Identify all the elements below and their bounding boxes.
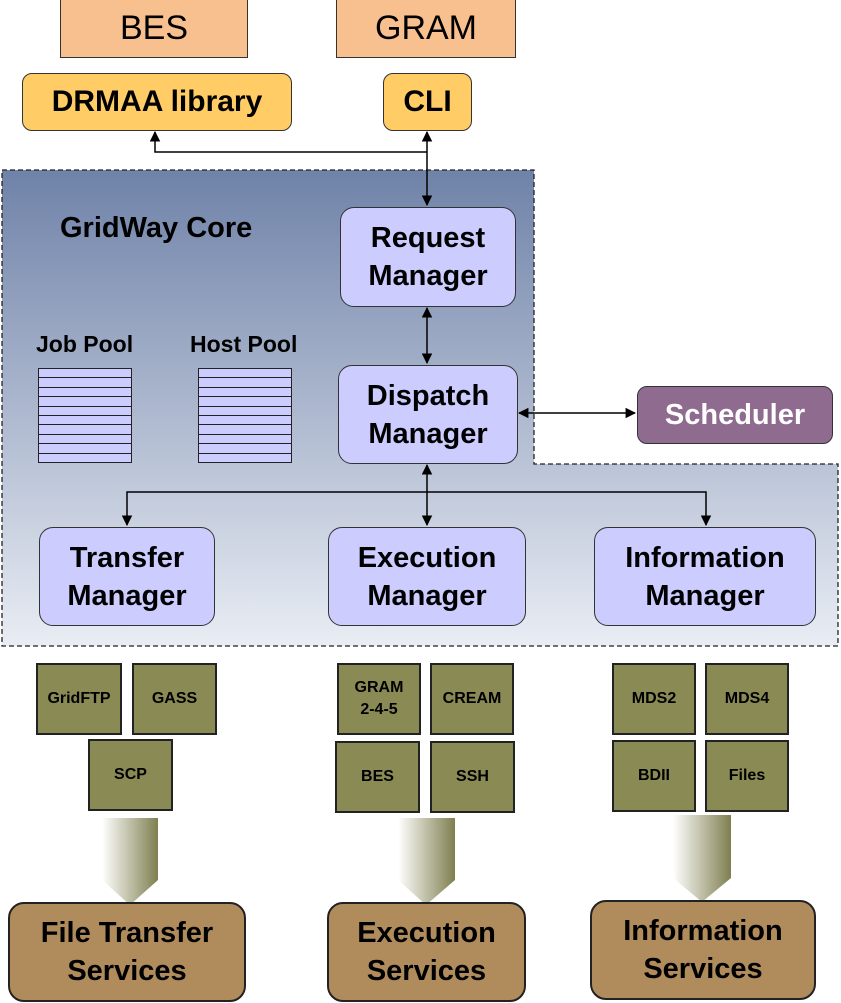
execution-services: Execution Services (327, 902, 526, 1002)
cli-box: CLI (383, 73, 472, 131)
scp-label: SCP (114, 766, 147, 783)
gram-standard: GRAM (336, 0, 516, 58)
scheduler-box: Scheduler (637, 386, 833, 444)
information-services-line1: Information (623, 915, 783, 947)
down-arrow-transfer (102, 818, 158, 905)
files-label: Files (728, 767, 766, 784)
dispatch-manager: Dispatch Manager (338, 365, 518, 464)
information-services-line2: Services (643, 953, 763, 985)
execution-manager-line1: Execution (357, 541, 497, 574)
scheduler-label: Scheduler (664, 398, 806, 431)
bes-middleware-label: BES (361, 768, 394, 785)
job-pool-label: Job Pool (36, 331, 134, 357)
scp-box: SCP (88, 739, 173, 811)
information-manager-line2: Manager (645, 579, 765, 612)
transfer-manager-line1: Transfer (69, 541, 185, 574)
drmaa-label: DRMAA library (51, 85, 263, 118)
file-transfer-services-line1: File Transfer (40, 917, 214, 949)
cream-box: CREAM (430, 663, 514, 735)
gridftp-label: GridFTP (47, 690, 111, 707)
files-box: Files (705, 740, 789, 812)
arrow-drmaa-request (149, 130, 427, 153)
gram-label-line2: 2-4-5 (360, 701, 398, 718)
gram-245-box: GRAM 2-4-5 (337, 663, 421, 735)
mds2-label: MDS2 (631, 690, 677, 707)
file-transfer-services-line2: Services (67, 955, 187, 987)
cream-label: CREAM (442, 690, 502, 707)
host-pool-label: Host Pool (190, 331, 298, 357)
down-arrow-information (673, 815, 731, 902)
gram-label: GRAM (375, 8, 477, 47)
cli-label: CLI (403, 85, 452, 118)
request-manager: Request Manager (340, 207, 516, 307)
bdii-box: BDII (612, 740, 696, 812)
gass-label: GASS (151, 690, 198, 707)
bdii-label: BDII (638, 767, 670, 784)
request-manager-line1: Request (370, 222, 486, 254)
mds4-box: MDS4 (705, 663, 789, 735)
transfer-manager-line2: Manager (67, 579, 187, 612)
information-manager-line1: Information (625, 541, 785, 574)
gridftp-box: GridFTP (36, 663, 122, 735)
drmaa-library-box: DRMAA library (22, 73, 292, 131)
dispatch-manager-line2: Manager (368, 417, 488, 450)
bes-label: BES (119, 8, 189, 47)
dispatch-manager-line1: Dispatch (366, 379, 490, 412)
job-pool-list (38, 368, 132, 463)
transfer-manager: Transfer Manager (39, 527, 215, 626)
bes-standard: BES (60, 0, 248, 58)
information-services: Information Services (590, 900, 816, 1000)
host-pool-list (198, 368, 292, 463)
request-manager-line2: Manager (368, 260, 488, 292)
down-arrow-execution (398, 818, 455, 905)
file-transfer-services: File Transfer Services (8, 902, 246, 1002)
gridway-core-title: GridWay Core (60, 212, 253, 244)
mds2-box: MDS2 (612, 663, 696, 735)
gram-label-line1: GRAM (354, 679, 404, 696)
bes-middleware-box: BES (335, 741, 420, 813)
diagram-connectors (1, 130, 839, 905)
gass-box: GASS (132, 663, 217, 735)
mds4-label: MDS4 (724, 690, 770, 707)
ssh-label: SSH (456, 768, 489, 785)
execution-manager-line2: Manager (367, 579, 487, 612)
information-manager: Information Manager (594, 527, 816, 626)
execution-manager: Execution Manager (328, 527, 526, 626)
execution-services-line2: Services (366, 955, 487, 987)
ssh-box: SSH (430, 741, 515, 813)
execution-services-line1: Execution (357, 917, 496, 949)
